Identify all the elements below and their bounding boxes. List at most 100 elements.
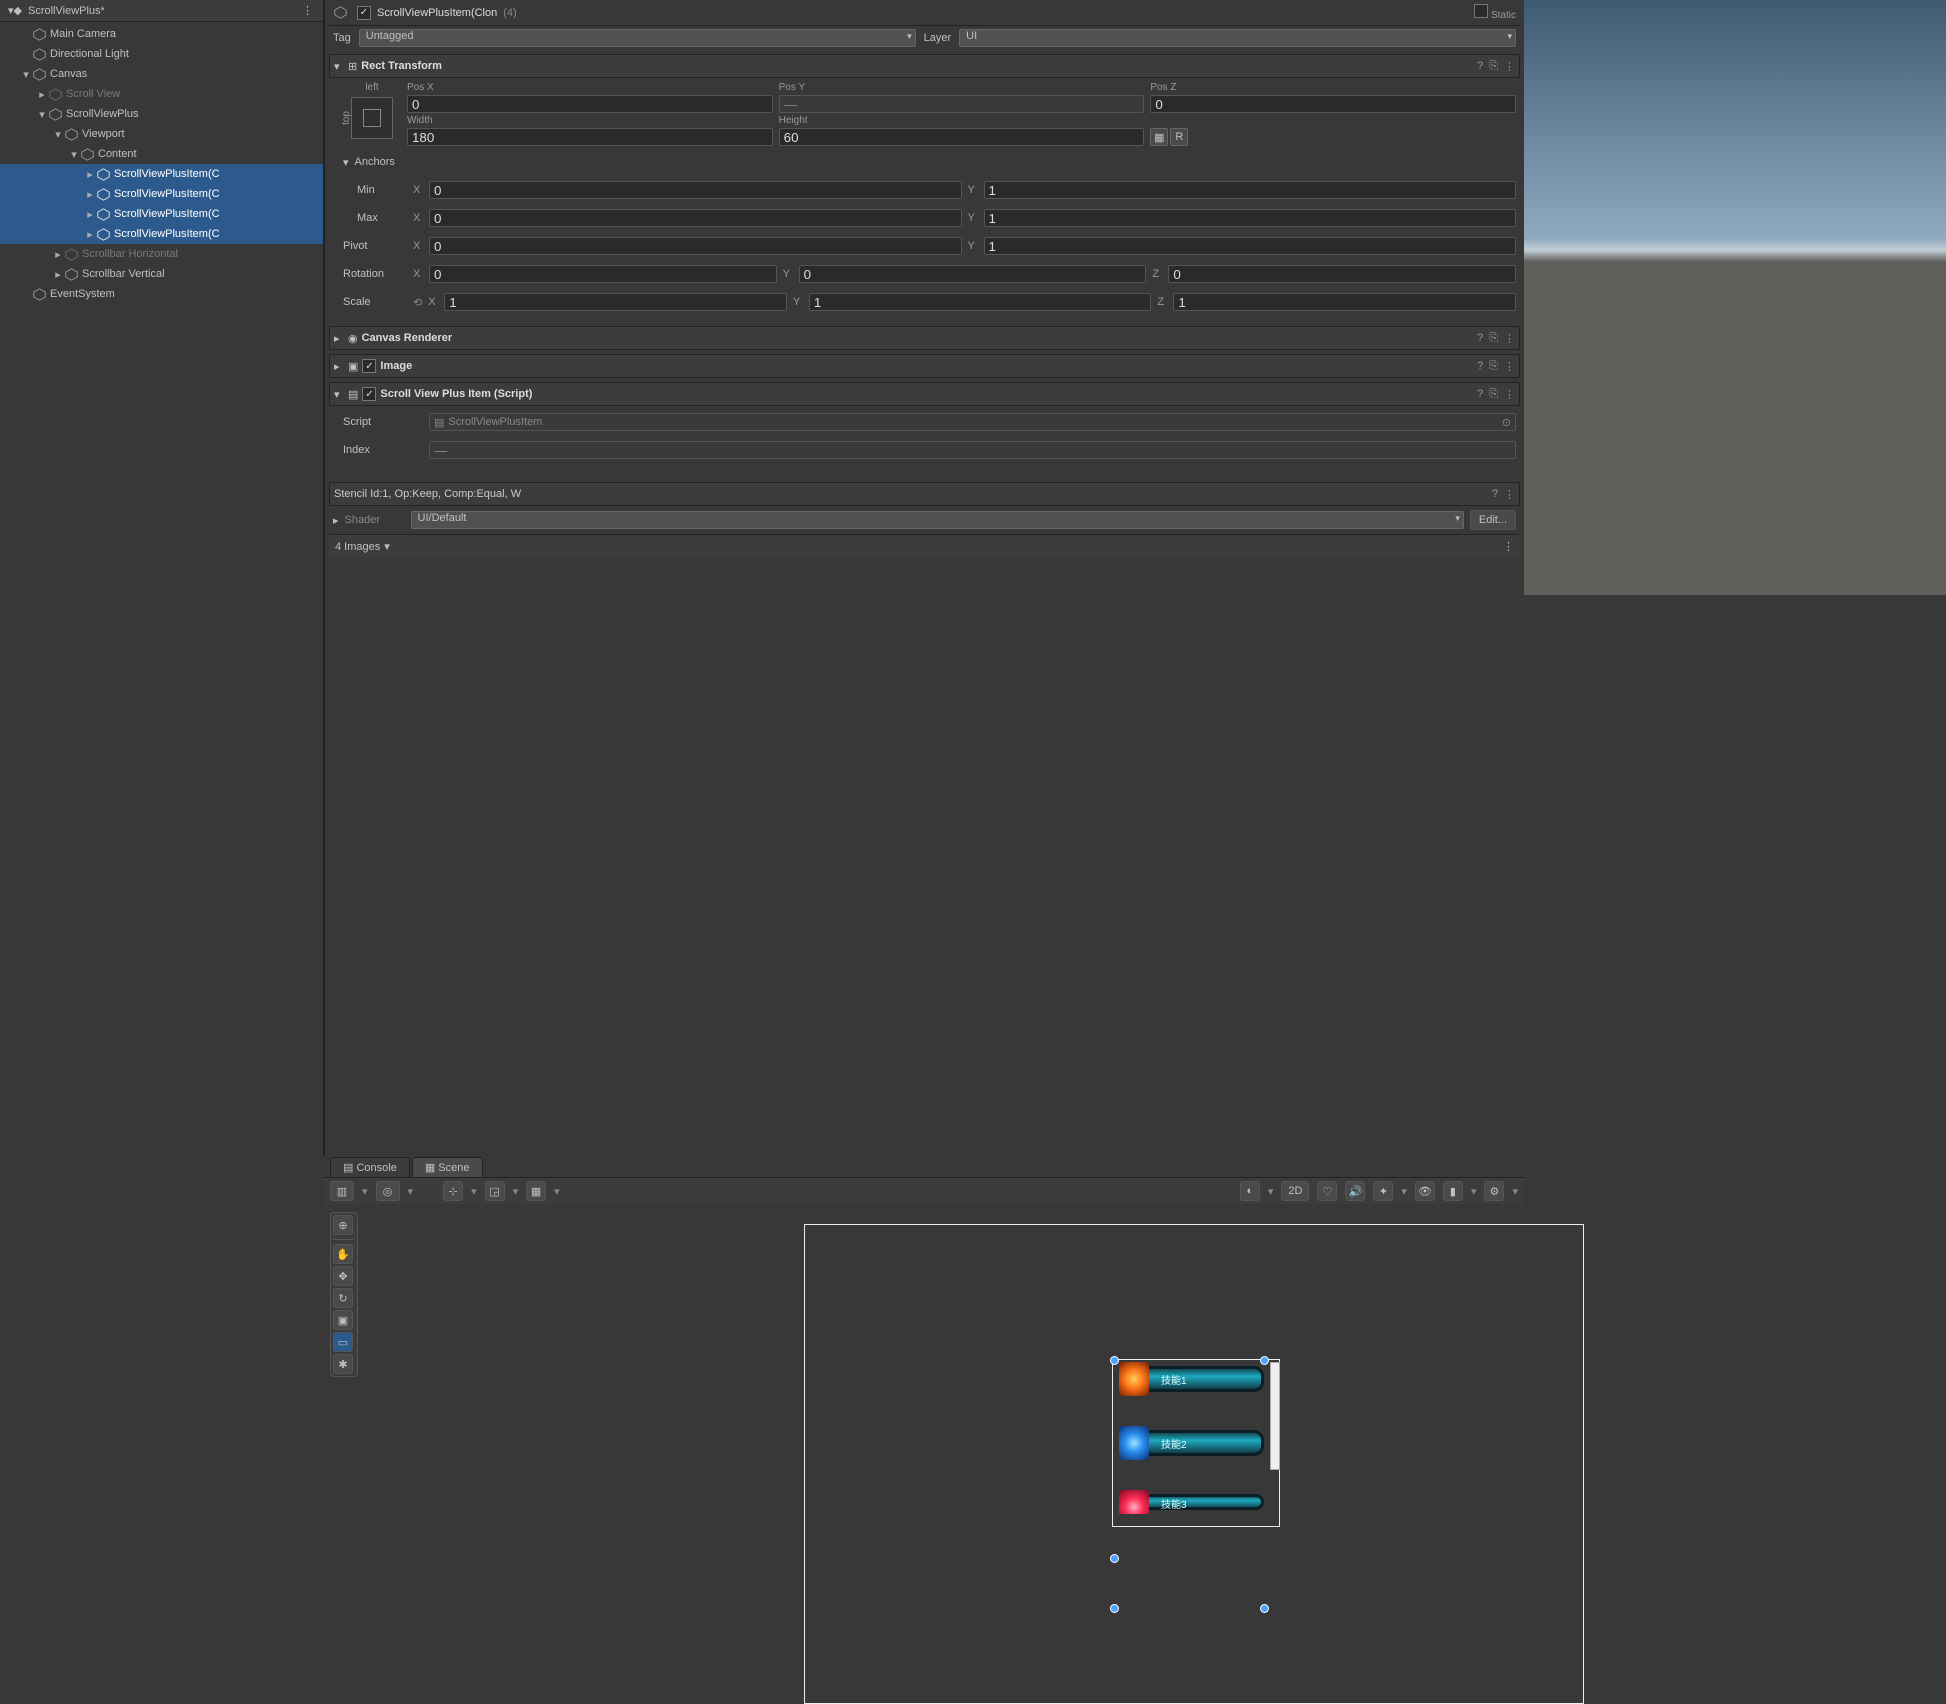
chevron-down-icon[interactable]: ▾ (471, 1185, 477, 1198)
help-icon[interactable]: ? (1477, 60, 1483, 73)
chevron-right-icon[interactable]: ▸ (84, 228, 96, 241)
chevron-down-icon[interactable]: ▾ (1512, 1185, 1518, 1198)
chevron-down-icon[interactable]: ▾ (362, 1185, 368, 1198)
rotation-x-field[interactable] (429, 265, 777, 283)
scale-y-field[interactable] (809, 293, 1152, 311)
chevron-down-icon[interactable]: ▾ (384, 540, 390, 553)
material-header[interactable]: Stencil Id:1, Op:Keep, Comp:Equal, W ?⋮ (329, 482, 1520, 506)
hierarchy-item[interactable]: ▸ScrollViewPlusItem(C (0, 184, 323, 204)
light-button[interactable]: ♡ (1317, 1181, 1337, 1201)
kebab-menu-icon[interactable]: ⋮ (1504, 60, 1515, 73)
scale-x-field[interactable] (444, 293, 787, 311)
hierarchy-item[interactable]: ▸ScrollViewPlusItem(C (0, 204, 323, 224)
object-name[interactable]: ScrollViewPlusItem(Clon (377, 7, 497, 19)
chevron-down-icon[interactable]: ▾ (20, 68, 32, 81)
tag-dropdown[interactable]: Untagged (359, 29, 916, 47)
height-field[interactable] (779, 128, 1145, 146)
kebab-menu-icon[interactable]: ⋮ (1504, 488, 1515, 501)
hidden-button[interactable]: 👁 (1415, 1181, 1435, 1201)
pivot-button[interactable]: ⊹ (443, 1181, 463, 1201)
chevron-down-icon[interactable]: ▾ (343, 156, 349, 169)
rotate-tool-button[interactable]: ↻ (333, 1288, 353, 1308)
hierarchy-item[interactable]: ▸Scrollbar Vertical (0, 264, 323, 284)
hierarchy-item[interactable]: ▾Content (0, 144, 323, 164)
kebab-menu-icon[interactable]: ⋮ (1503, 540, 1514, 553)
hierarchy-item[interactable]: EventSystem (0, 284, 323, 304)
layer-dropdown[interactable]: UI (959, 29, 1516, 47)
hierarchy-item[interactable]: Main Camera (0, 24, 323, 44)
shader-dropdown[interactable]: UI/Default (411, 511, 1464, 529)
script-field[interactable]: ▤ScrollViewPlusItem⊙ (429, 413, 1516, 431)
hierarchy-item[interactable]: ▸Scroll View (0, 84, 323, 104)
kebab-menu-icon[interactable]: ⋮ (1504, 388, 1515, 401)
chevron-down-icon[interactable]: ▾ (513, 1185, 519, 1198)
mini-scrollbar[interactable] (1270, 1362, 1280, 1470)
chevron-down-icon[interactable]: ▾ (68, 148, 80, 161)
rect-tool-button[interactable]: ▭ (333, 1332, 353, 1352)
chevron-right-icon[interactable]: ▸ (52, 248, 64, 261)
selection-handle[interactable] (1260, 1356, 1269, 1365)
shading-mode-button[interactable]: ▥ (330, 1181, 354, 1201)
scene-name[interactable]: ScrollViewPlus* (28, 5, 105, 17)
blueprint-mode-button[interactable]: ▦ (1150, 128, 1168, 146)
preset-icon[interactable]: ⎘ (1489, 388, 1498, 401)
selection-handle[interactable] (1110, 1554, 1119, 1563)
hierarchy-item[interactable]: Directional Light (0, 44, 323, 64)
chevron-right-icon[interactable]: ▸ (52, 268, 64, 281)
selection-handle[interactable] (1110, 1604, 1119, 1613)
rotation-y-field[interactable] (799, 265, 1147, 283)
anchor-max-y-field[interactable] (984, 209, 1517, 227)
enable-checkbox[interactable] (362, 387, 376, 401)
chevron-right-icon[interactable]: ▸ (334, 332, 344, 345)
hierarchy-item[interactable]: ▸ScrollViewPlusItem(C (0, 164, 323, 184)
2d-toggle[interactable]: 2D (1281, 1181, 1309, 1201)
hierarchy-item[interactable]: ▾ScrollViewPlus (0, 104, 323, 124)
chevron-down-icon[interactable]: ▾ (36, 108, 48, 121)
static-checkbox[interactable] (1474, 4, 1488, 18)
chevron-right-icon[interactable]: ▸ (36, 88, 48, 101)
chevron-down-icon[interactable]: ▾ (1268, 1185, 1274, 1198)
chevron-down-icon[interactable]: ▾ (1471, 1185, 1477, 1198)
hierarchy-item[interactable]: ▸ScrollViewPlusItem(C (0, 224, 323, 244)
posx-field[interactable] (407, 95, 773, 113)
anchor-max-x-field[interactable] (429, 209, 962, 227)
hierarchy-item[interactable]: ▾Canvas (0, 64, 323, 84)
component-image[interactable]: ▸ ▣ Image ?⎘⋮ (329, 354, 1520, 378)
anchor-preset-button[interactable]: top (351, 97, 393, 139)
chevron-right-icon[interactable]: ▸ (333, 514, 339, 527)
kebab-menu-icon[interactable]: ⋮ (302, 4, 315, 17)
chevron-right-icon[interactable]: ▸ (84, 208, 96, 221)
chevron-right-icon[interactable]: ▸ (334, 360, 344, 373)
selection-handle[interactable] (1260, 1604, 1269, 1613)
mini-skill-item[interactable]: 技能3 (1119, 1490, 1264, 1514)
transform-tool-button[interactable]: ✱ (333, 1354, 353, 1374)
posz-field[interactable] (1150, 95, 1516, 113)
posy-field[interactable] (779, 95, 1145, 113)
pivot-y-field[interactable] (984, 237, 1517, 255)
camera-settings-button[interactable]: ▮ (1443, 1181, 1463, 1201)
move-tool-button[interactable]: ✥ (333, 1266, 353, 1286)
chevron-down-icon[interactable]: ▾ (408, 1185, 414, 1198)
draw-mode-button[interactable]: ◎ (376, 1181, 400, 1201)
local-button[interactable]: ◲ (485, 1181, 505, 1201)
grid-button[interactable]: ▦ (526, 1181, 546, 1201)
tab-scene[interactable]: ▦ Scene (412, 1157, 483, 1177)
chevron-down-icon[interactable]: ▾ (334, 60, 344, 73)
anchor-min-x-field[interactable] (429, 181, 962, 199)
hierarchy-item[interactable]: ▾Viewport (0, 124, 323, 144)
chevron-down-icon[interactable]: ▾ (52, 128, 64, 141)
hierarchy-item[interactable]: ▸Scrollbar Horizontal (0, 244, 323, 264)
component-rect-transform[interactable]: ▾ ⊞ Rect Transform ?⎘⋮ (329, 54, 1520, 78)
fx-button[interactable]: ✦ (1373, 1181, 1393, 1201)
gizmos-button[interactable]: ⚙ (1484, 1181, 1504, 1201)
link-icon[interactable]: ⟲ (413, 296, 422, 309)
preset-icon[interactable]: ⎘ (1489, 332, 1498, 345)
edit-button[interactable]: Edit... (1470, 510, 1516, 530)
preset-icon[interactable]: ⎘ (1489, 360, 1498, 373)
width-field[interactable] (407, 128, 773, 146)
help-icon[interactable]: ? (1492, 488, 1498, 501)
active-checkbox[interactable] (357, 6, 371, 20)
camera-button[interactable]: ◐ (1240, 1181, 1260, 1201)
kebab-menu-icon[interactable]: ⋮ (1504, 360, 1515, 373)
scale-z-field[interactable] (1173, 293, 1516, 311)
